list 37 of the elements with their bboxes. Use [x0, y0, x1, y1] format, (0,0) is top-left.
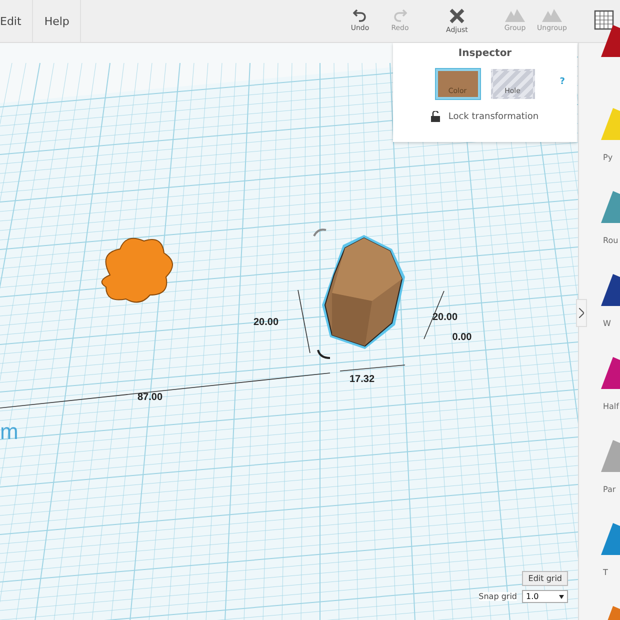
mountains-icon: [542, 8, 562, 22]
shape-thumbnail[interactable]: [599, 438, 620, 474]
menu-item[interactable]: Edit: [0, 0, 34, 42]
dimension-label[interactable]: 20.00: [253, 317, 279, 328]
grid-icon[interactable]: [594, 10, 614, 30]
lock-open-icon[interactable]: [431, 111, 440, 122]
dimension-label[interactable]: 0.00: [452, 332, 472, 343]
redo-icon: [393, 8, 407, 22]
snap-grid-dropdown[interactable]: 1.0: [522, 590, 568, 603]
lock-label: Lock transformation: [448, 112, 539, 122]
undo-icon: [353, 8, 367, 22]
shape-label: Par: [603, 485, 616, 494]
flower-shape[interactable]: [101, 238, 173, 303]
shape-label: T: [603, 568, 608, 577]
hexagonal-prism-shape[interactable]: [322, 235, 405, 349]
dropdown-caret-icon: [559, 594, 564, 598]
units-label: m: [0, 419, 18, 444]
shape-thumbnail[interactable]: [599, 189, 620, 225]
snap-grid-label: Snap grid: [478, 592, 517, 601]
dimension-label[interactable]: 20.00: [432, 312, 458, 323]
shape-thumbnail[interactable]: [599, 23, 620, 59]
edit-grid-button[interactable]: Edit grid: [522, 571, 568, 586]
shape-thumbnail[interactable]: [599, 355, 620, 391]
shape-thumbnail[interactable]: [599, 521, 620, 557]
inspector-title: Inspector: [458, 48, 512, 59]
shape-label: Rou: [603, 236, 618, 245]
collapse-panel-button[interactable]: [576, 299, 587, 327]
shape-label: Half: [603, 402, 619, 411]
shape-label: W: [603, 319, 611, 328]
dimension-label[interactable]: 17.32: [349, 374, 375, 385]
menu-item[interactable]: Help: [33, 0, 82, 42]
mountains-icon: [505, 8, 525, 22]
chevron-right-icon: [579, 308, 584, 318]
shape-label: Py: [603, 153, 613, 162]
shape-thumbnail[interactable]: [599, 272, 620, 308]
dimension-label[interactable]: 87.00: [137, 392, 163, 403]
shape-thumbnail[interactable]: [599, 106, 620, 142]
